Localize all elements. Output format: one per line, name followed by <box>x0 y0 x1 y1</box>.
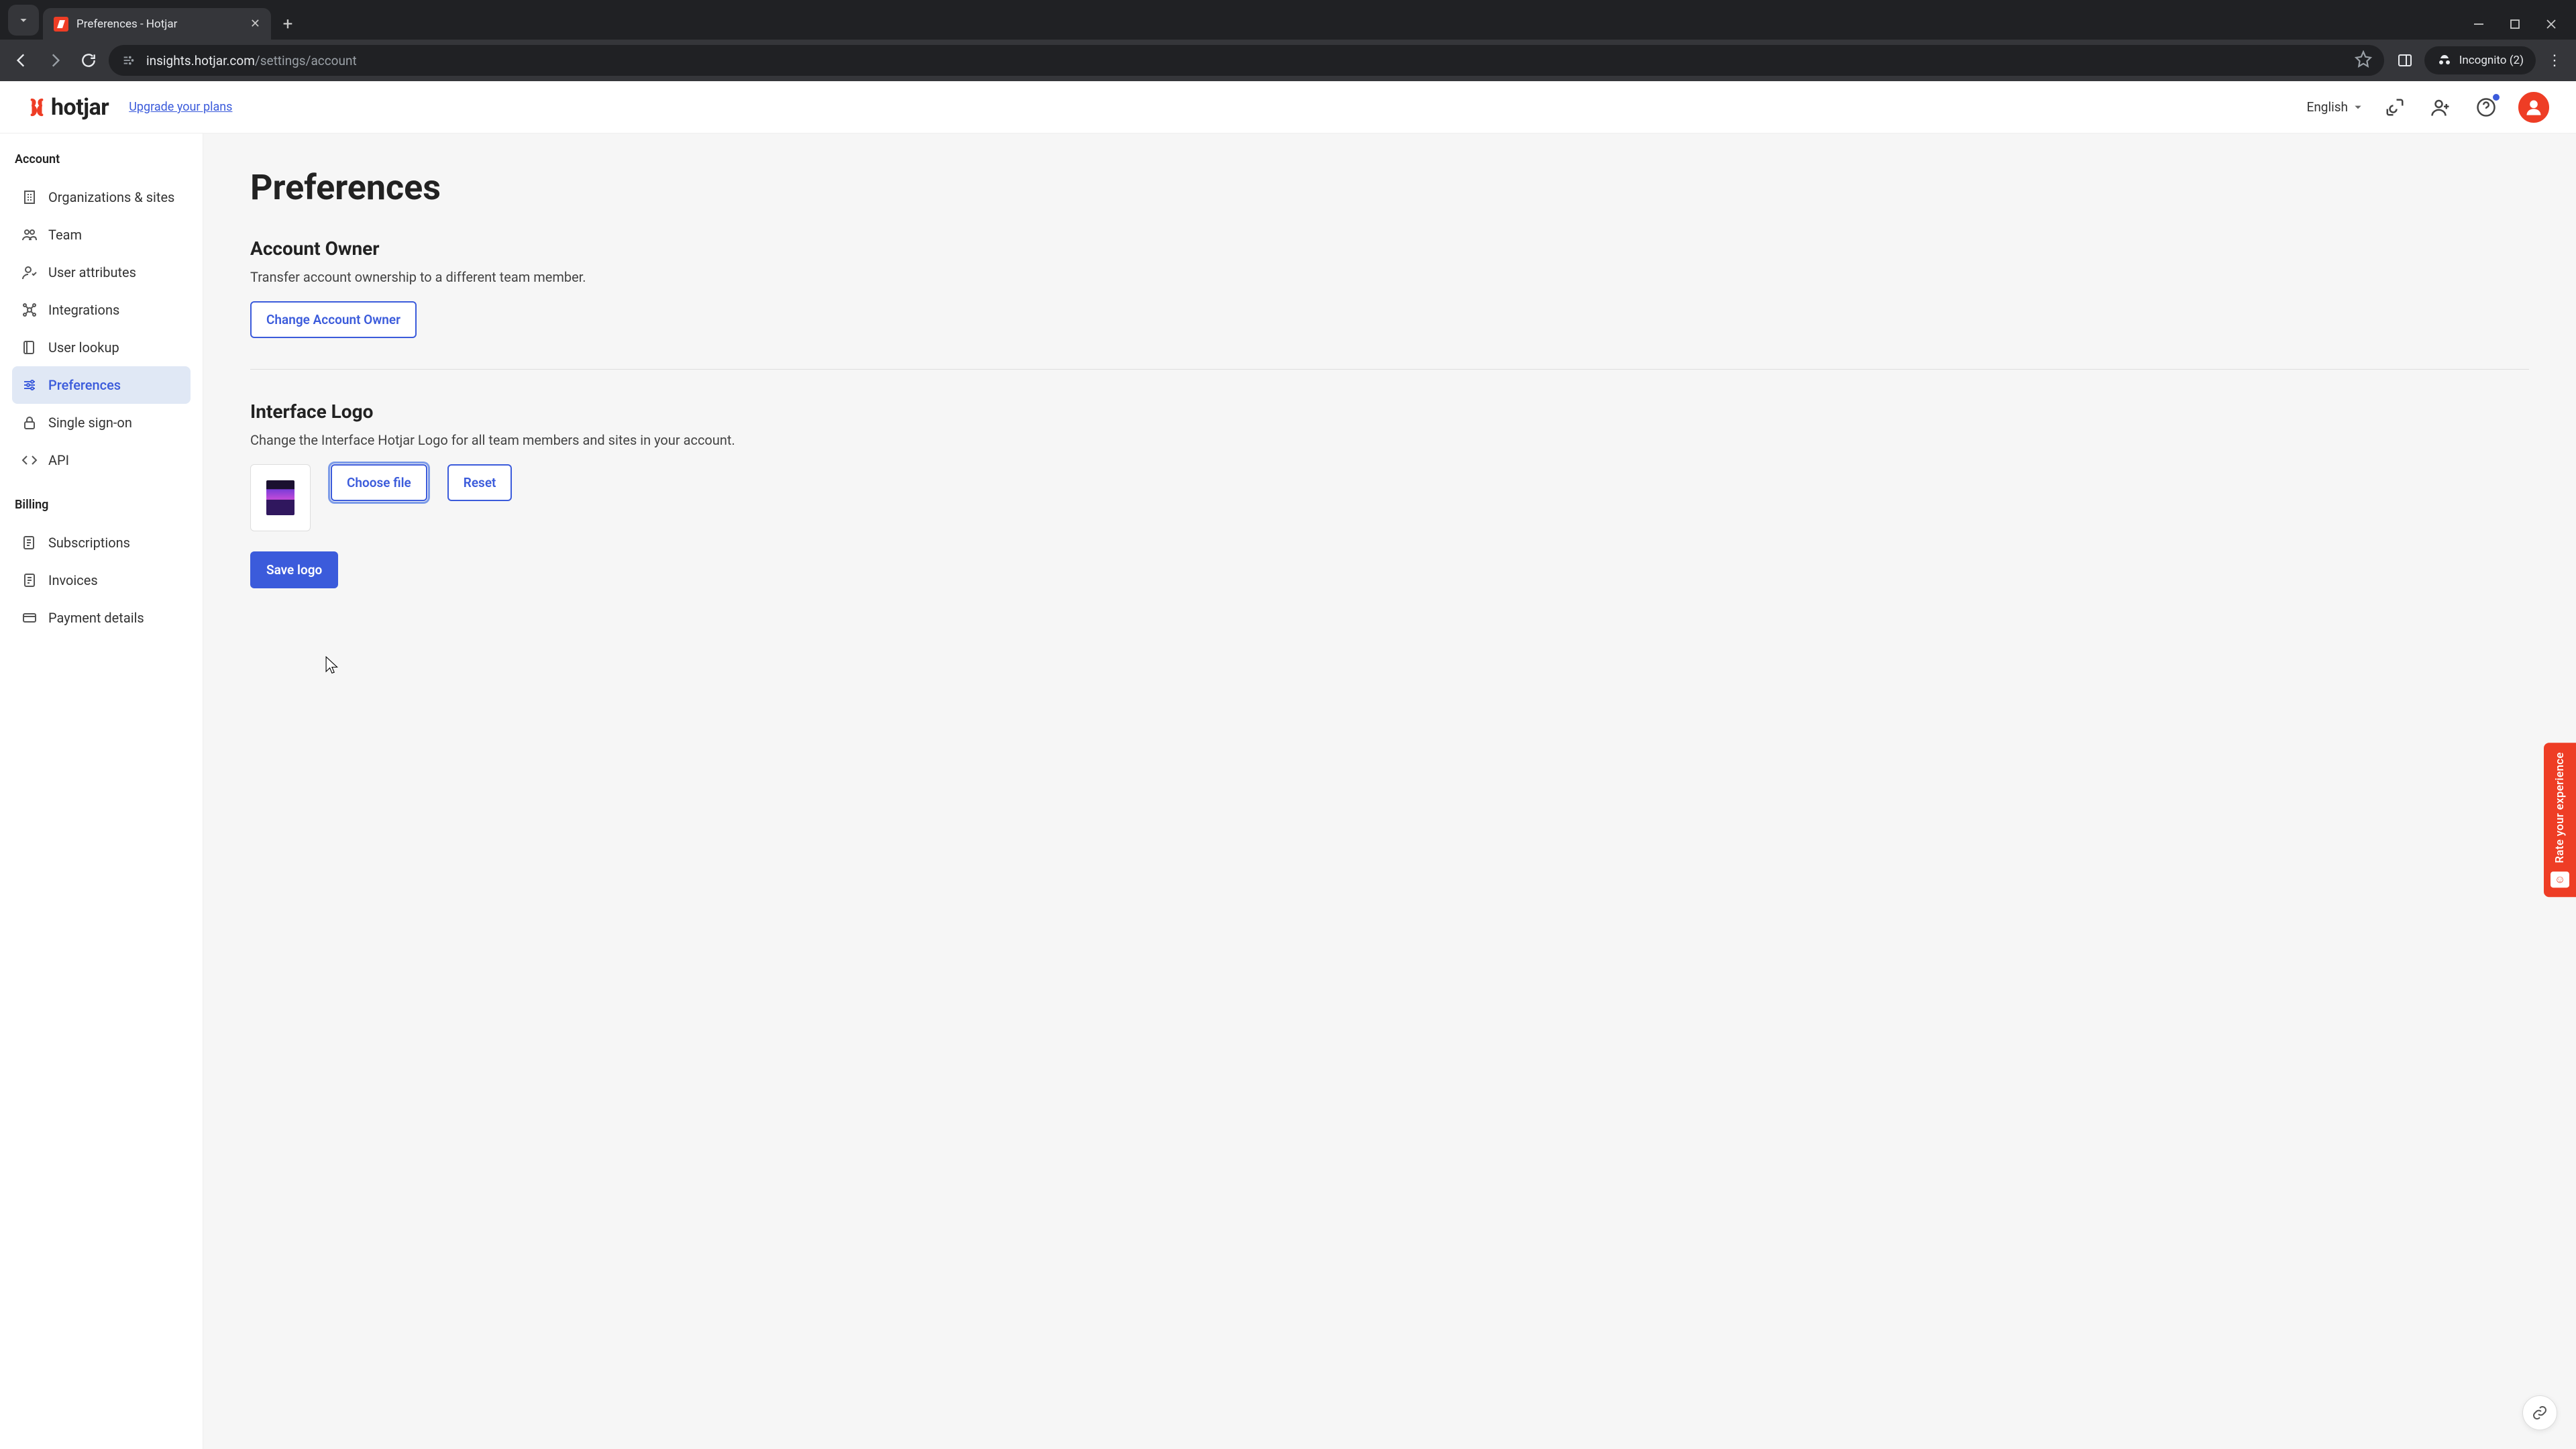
language-selector[interactable]: English <box>2307 99 2363 115</box>
account-owner-heading: Account Owner <box>250 237 2529 260</box>
team-icon <box>21 227 38 243</box>
sidebar-item-subscriptions[interactable]: Subscriptions <box>12 524 191 561</box>
hotjar-mark-icon <box>27 97 47 117</box>
incognito-indicator[interactable]: Incognito (2) <box>2424 46 2536 74</box>
tab-search-dropdown[interactable] <box>8 5 39 36</box>
site-settings-icon[interactable] <box>121 52 137 68</box>
address-url: insights.hotjar.com/settings/account <box>146 53 357 68</box>
sidebar-item-preferences[interactable]: Preferences <box>12 366 191 404</box>
page-title: Preferences <box>250 167 2529 208</box>
incognito-icon <box>2436 52 2453 68</box>
hotjar-wordmark: hotjar <box>51 94 109 121</box>
invoice-icon <box>21 572 38 588</box>
sidebar-item-label: Organizations & sites <box>48 189 174 205</box>
sidebar-item-organizations[interactable]: Organizations & sites <box>12 178 191 216</box>
sidebar-item-user-lookup[interactable]: User lookup <box>12 329 191 366</box>
browser-menu-icon[interactable]: ⋮ <box>2541 47 2568 74</box>
back-button[interactable] <box>8 47 35 74</box>
sidebar-item-label: User lookup <box>48 339 119 356</box>
feedback-label: Rate your experience <box>2553 752 2567 863</box>
tab-title: Preferences - Hotjar <box>76 17 242 31</box>
logo-preview <box>250 464 311 531</box>
window-maximize-icon[interactable] <box>2509 18 2521 33</box>
copy-link-button[interactable] <box>2522 1395 2557 1430</box>
invite-user-icon[interactable] <box>2427 94 2454 121</box>
side-panel-icon[interactable] <box>2391 46 2419 74</box>
sidebar-item-api[interactable]: API <box>12 441 191 479</box>
new-tab-button[interactable]: + <box>275 11 301 37</box>
user-avatar[interactable] <box>2518 92 2549 123</box>
sidebar-heading-account: Account <box>12 152 191 166</box>
choose-file-button[interactable]: Choose file <box>331 464 427 501</box>
sidebar-item-label: Payment details <box>48 610 144 626</box>
preferences-icon <box>21 377 38 393</box>
sidebar-item-sso[interactable]: Single sign-on <box>12 404 191 441</box>
address-bar[interactable]: insights.hotjar.com/settings/account <box>109 45 2384 76</box>
reset-button[interactable]: Reset <box>447 464 513 501</box>
main-content: Preferences Account Owner Transfer accou… <box>203 133 2576 1449</box>
browser-tab[interactable]: Preferences - Hotjar ✕ <box>43 8 271 40</box>
user-lookup-icon <box>21 339 38 356</box>
account-owner-description: Transfer account ownership to a differen… <box>250 269 2529 285</box>
chevron-down-icon <box>2353 103 2363 112</box>
code-icon <box>21 452 38 468</box>
sidebar-item-label: Single sign-on <box>48 415 132 431</box>
incognito-label: Incognito (2) <box>2459 54 2524 67</box>
sidebar-item-label: User attributes <box>48 264 136 280</box>
feedback-tab[interactable]: Rate your experience ☺ <box>2544 743 2576 897</box>
close-tab-icon[interactable]: ✕ <box>250 17 260 31</box>
section-divider <box>250 369 2529 370</box>
subscription-icon <box>21 535 38 551</box>
window-close-icon[interactable] <box>2545 18 2557 33</box>
sidebar-item-label: Integrations <box>48 302 119 318</box>
logo-thumbnail <box>266 480 294 515</box>
settings-sidebar: Account Organizations & sites Team User … <box>0 133 203 1449</box>
sidebar-item-user-attributes[interactable]: User attributes <box>12 254 191 291</box>
notification-dot <box>2491 93 2501 102</box>
language-label: English <box>2307 99 2348 115</box>
sidebar-item-label: Preferences <box>48 377 121 393</box>
building-icon <box>21 189 38 205</box>
sidebar-item-team[interactable]: Team <box>12 216 191 254</box>
sidebar-item-label: Team <box>48 227 82 243</box>
save-logo-button[interactable]: Save logo <box>250 551 338 588</box>
upgrade-plans-link[interactable]: Upgrade your plans <box>129 100 232 114</box>
sidebar-item-payment-details[interactable]: Payment details <box>12 599 191 637</box>
forward-button[interactable] <box>42 47 68 74</box>
sidebar-item-invoices[interactable]: Invoices <box>12 561 191 599</box>
change-account-owner-button[interactable]: Change Account Owner <box>250 301 417 338</box>
card-icon <box>21 610 38 626</box>
reload-button[interactable] <box>75 47 102 74</box>
integrations-nav-icon <box>21 302 38 318</box>
window-minimize-icon[interactable] <box>2473 18 2485 33</box>
user-attributes-icon <box>21 264 38 280</box>
integrations-icon[interactable] <box>2381 94 2408 121</box>
sidebar-item-label: Invoices <box>48 572 98 588</box>
hotjar-favicon <box>54 17 68 32</box>
interface-logo-description: Change the Interface Hotjar Logo for all… <box>250 432 2529 448</box>
hotjar-logo[interactable]: hotjar <box>27 94 109 121</box>
bookmark-icon[interactable] <box>2355 50 2372 70</box>
interface-logo-heading: Interface Logo <box>250 400 2529 423</box>
lock-icon <box>21 415 38 431</box>
sidebar-heading-billing: Billing <box>12 498 191 512</box>
help-icon[interactable] <box>2473 94 2500 121</box>
feedback-smiley-icon: ☺ <box>2551 871 2569 888</box>
sidebar-item-integrations[interactable]: Integrations <box>12 291 191 329</box>
sidebar-item-label: API <box>48 452 69 468</box>
sidebar-item-label: Subscriptions <box>48 535 130 551</box>
